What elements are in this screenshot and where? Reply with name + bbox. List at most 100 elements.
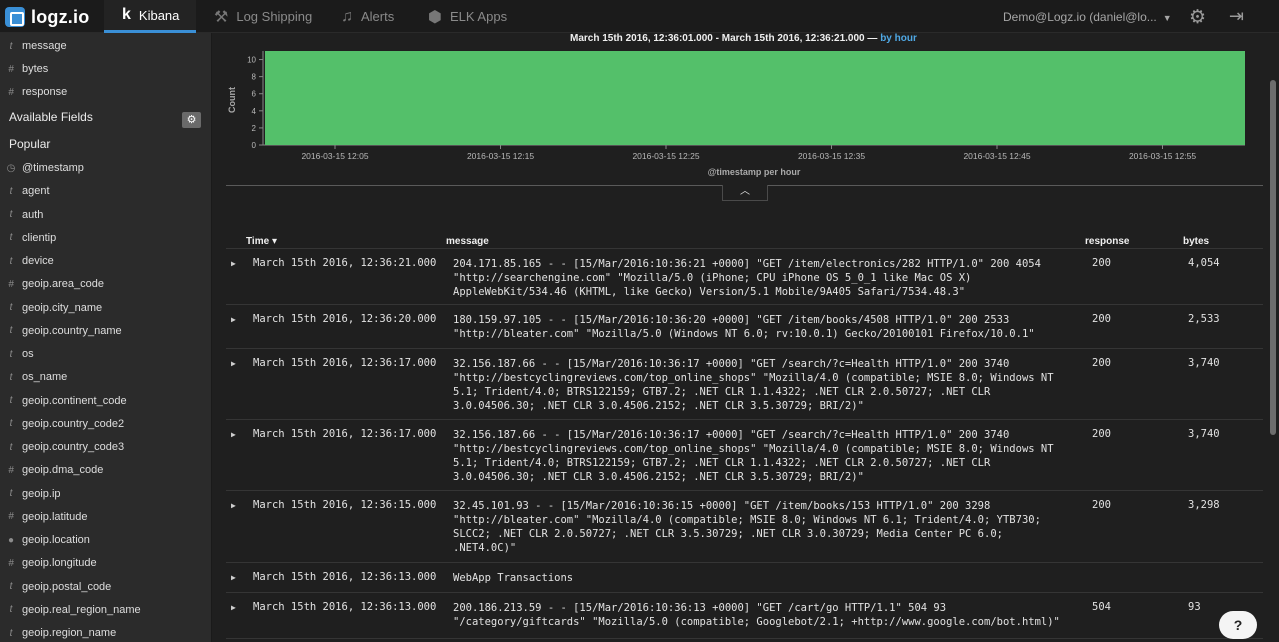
sidebar-field[interactable]: t message bbox=[0, 35, 211, 57]
wrench-icon: ⚒ bbox=[214, 8, 229, 26]
histogram-time-range: March 15th 2016, 12:36:01.000 - March 15… bbox=[570, 33, 917, 44]
field-name: @timestamp bbox=[22, 162, 84, 174]
field-type-icon: ◷ bbox=[6, 162, 16, 174]
y-tick-label: 2 bbox=[252, 124, 257, 133]
sidebar-field[interactable]: # geoip.dma_code bbox=[0, 459, 211, 481]
field-type-icon: t bbox=[9, 488, 13, 499]
sidebar-field[interactable]: ◷ @timestamp bbox=[0, 157, 211, 179]
x-tick-label: 2016-03-15 12:55 bbox=[1129, 151, 1196, 161]
x-tick-label: 2016-03-15 12:05 bbox=[301, 151, 368, 161]
nav-tab-kibana[interactable]: k Kibana bbox=[104, 0, 196, 33]
chevron-up-icon: ︿ bbox=[740, 186, 750, 197]
nav-tab-elk-apps[interactable]: ⬢ ELK Apps bbox=[428, 0, 507, 33]
sidebar-field[interactable]: t geoip.postal_code bbox=[0, 576, 211, 598]
field-type-icon: t bbox=[9, 209, 13, 220]
nav-tab-log-shipping[interactable]: ⚒ Log Shipping bbox=[214, 0, 312, 33]
sidebar-field[interactable]: t os_name bbox=[0, 366, 211, 388]
row-message: 32.45.101.93 - - [15/Mar/2016:10:36:15 +… bbox=[453, 500, 1041, 554]
expand-row-icon[interactable]: ▶ bbox=[231, 501, 236, 510]
field-name: os_name bbox=[22, 371, 68, 384]
sidebar-field[interactable]: t agent bbox=[0, 180, 211, 202]
sidebar-field[interactable]: t geoip.ip bbox=[0, 483, 211, 505]
expand-row-icon[interactable]: ▶ bbox=[231, 359, 236, 368]
histogram-range-text: March 15th 2016, 12:36:01.000 - March 15… bbox=[570, 33, 878, 44]
row-response: 200 bbox=[1092, 499, 1111, 511]
sidebar-field[interactable]: t geoip.city_name bbox=[0, 297, 211, 319]
user-menu[interactable]: Demo@Logz.io (daniel@lo... ▼ bbox=[1003, 10, 1172, 24]
row-message: WebApp Transactions bbox=[453, 572, 574, 584]
x-axis-label: @timestamp per hour bbox=[708, 167, 801, 177]
field-name: geoip.location bbox=[22, 534, 90, 546]
expand-row-icon[interactable]: ▶ bbox=[231, 573, 236, 582]
sidebar-field[interactable]: # geoip.longitude bbox=[0, 552, 211, 574]
table-row[interactable]: ▶ March 15th 2016, 12:36:20.000 180.159.97… bbox=[226, 305, 1263, 349]
row-response: 200 bbox=[1092, 257, 1111, 269]
help-button[interactable]: ? bbox=[1219, 611, 1257, 639]
sidebar-field[interactable]: t geoip.country_name bbox=[0, 320, 211, 342]
row-time: March 15th 2016, 12:36:13.000 bbox=[253, 571, 437, 583]
row-bytes: 93 bbox=[1188, 601, 1201, 613]
scrollbar[interactable] bbox=[1270, 80, 1276, 435]
sidebar-field[interactable]: ● geoip.location bbox=[0, 529, 211, 551]
field-type-icon: # bbox=[8, 86, 14, 98]
sidebar-field[interactable]: # geoip.latitude bbox=[0, 506, 211, 528]
table-row[interactable]: ▶ March 15th 2016, 12:36:13.000 200.186.21… bbox=[226, 593, 1263, 639]
table-row[interactable]: ▶ March 15th 2016, 12:36:13.000 WebApp Tra… bbox=[226, 563, 1263, 593]
field-name: geoip.city_name bbox=[22, 301, 103, 314]
field-name: geoip.longitude bbox=[22, 557, 97, 570]
nav-tab-log-shipping-label: Log Shipping bbox=[236, 9, 313, 24]
column-header-response[interactable]: response bbox=[1085, 236, 1129, 247]
field-type-icon: t bbox=[9, 325, 13, 337]
sidebar-field[interactable]: t geoip.country_code2 bbox=[0, 413, 211, 435]
x-tick-label: 2016-03-15 12:35 bbox=[798, 151, 865, 161]
field-type-icon: t bbox=[9, 348, 13, 360]
collapse-chart-button[interactable]: ︿ bbox=[722, 185, 768, 201]
field-name: os bbox=[22, 348, 34, 360]
row-message: 32.156.187.66 - - [15/Mar/2016:10:36:17 … bbox=[453, 358, 1054, 412]
column-header-time[interactable]: Time ▾ bbox=[246, 236, 277, 247]
y-tick-label: 6 bbox=[252, 90, 257, 99]
brand-logo[interactable]: logz.io bbox=[5, 6, 89, 28]
sidebar-field[interactable]: t geoip.region_name bbox=[0, 622, 211, 642]
column-header-bytes[interactable]: bytes bbox=[1183, 236, 1209, 247]
field-name: device bbox=[22, 255, 54, 267]
field-name: clientip bbox=[22, 231, 57, 244]
table-row[interactable]: ▶ March 15th 2016, 12:36:17.000 32.156.187… bbox=[226, 349, 1263, 420]
field-type-icon: # bbox=[8, 278, 14, 290]
field-type-icon: # bbox=[8, 63, 14, 75]
column-header-message[interactable]: message bbox=[446, 236, 489, 247]
table-row[interactable]: ▶ March 15th 2016, 12:36:17.000 32.156.187… bbox=[226, 420, 1263, 491]
table-row[interactable]: ▶ March 15th 2016, 12:36:15.000 32.45.101.… bbox=[226, 491, 1263, 563]
y-tick-label: 4 bbox=[252, 107, 257, 116]
row-message: 32.156.187.66 - - [15/Mar/2016:10:36:17 … bbox=[453, 429, 1054, 483]
expand-row-icon[interactable]: ▶ bbox=[231, 430, 236, 439]
sidebar-field[interactable]: # bytes bbox=[0, 58, 211, 80]
field-name: geoip.postal_code bbox=[22, 580, 112, 593]
sidebar-field[interactable]: t device bbox=[0, 250, 211, 272]
logout-icon[interactable]: ⇥ bbox=[1229, 6, 1244, 27]
sidebar-field[interactable]: t clientip bbox=[0, 227, 211, 249]
table-row[interactable]: ▶ March 15th 2016, 12:36:21.000 204.171.85… bbox=[226, 249, 1263, 305]
row-bytes: 3,298 bbox=[1188, 499, 1220, 511]
expand-row-icon[interactable]: ▶ bbox=[231, 315, 236, 324]
sidebar-field[interactable]: t os bbox=[0, 343, 211, 365]
sidebar-field[interactable]: # geoip.area_code bbox=[0, 273, 211, 295]
field-sidebar: t message # bytes # response Available Fields… bbox=[0, 33, 212, 642]
sidebar-field[interactable]: # response bbox=[0, 81, 211, 103]
histogram-bar bbox=[265, 51, 1245, 145]
field-name: geoip.real_region_name bbox=[22, 603, 141, 616]
sidebar-field[interactable]: t geoip.real_region_name bbox=[0, 599, 211, 621]
sidebar-field[interactable]: t auth bbox=[0, 204, 211, 226]
expand-row-icon[interactable]: ▶ bbox=[231, 603, 236, 612]
gear-icon[interactable]: ⚙ bbox=[1189, 6, 1206, 29]
row-bytes: 2,533 bbox=[1188, 313, 1220, 325]
sidebar-field[interactable]: t geoip.country_code3 bbox=[0, 436, 211, 458]
x-tick-label: 2016-03-15 12:15 bbox=[467, 151, 534, 161]
sidebar-field[interactable]: t geoip.continent_code bbox=[0, 390, 211, 412]
nav-tab-alerts[interactable]: ♫ Alerts bbox=[341, 0, 394, 33]
x-tick-label: 2016-03-15 12:45 bbox=[963, 151, 1030, 161]
histogram-interval-link[interactable]: by hour bbox=[880, 33, 917, 44]
field-settings-button[interactable]: ⚙ bbox=[182, 112, 201, 128]
sort-down-icon: ▾ bbox=[271, 236, 277, 247]
expand-row-icon[interactable]: ▶ bbox=[231, 259, 236, 268]
